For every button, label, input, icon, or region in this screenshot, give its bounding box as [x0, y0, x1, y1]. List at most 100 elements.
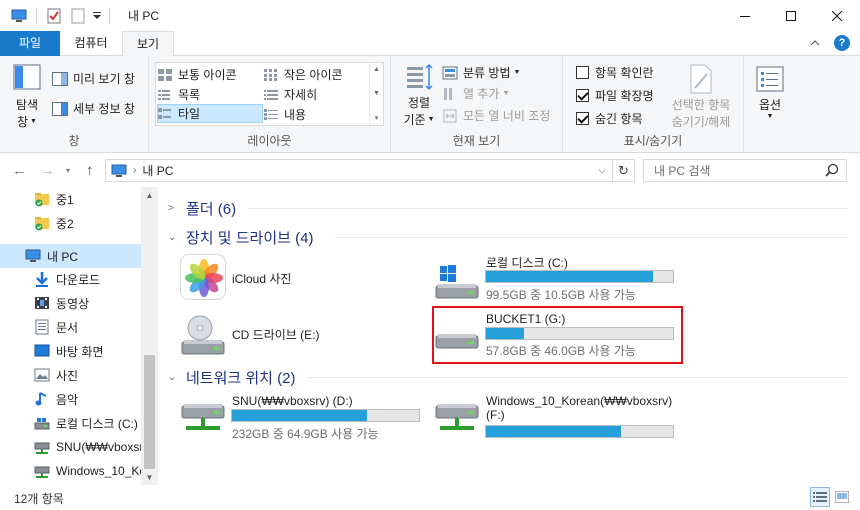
tile-icloud-photos[interactable]: iCloud 사진	[178, 254, 418, 304]
nav-item-label: 다운로드	[56, 272, 101, 287]
search-icon[interactable]	[825, 163, 839, 177]
group-by-button[interactable]: 분류 방법 ▼	[442, 64, 520, 81]
tile-cd-drive-e[interactable]: CD 드라이브 (E:)	[178, 312, 418, 362]
layout-list[interactable]: 목록	[158, 85, 262, 104]
tab-view[interactable]: 보기	[122, 31, 174, 57]
checkbox-checked[interactable]	[576, 89, 589, 102]
tab-file[interactable]: 파일	[0, 31, 60, 56]
details-pane-button[interactable]: 세부 정보 창	[52, 100, 135, 117]
minimize-button[interactable]	[722, 0, 768, 31]
add-columns-button[interactable]: 열 추가 ▼	[442, 85, 509, 102]
ribbon-group-pane: 탐색 창 ▼ 미리 보기 창 세부 정보 창 창	[0, 56, 149, 153]
nav-item-jung2[interactable]: 중2	[0, 211, 141, 235]
computer-icon[interactable]	[8, 5, 30, 27]
nav-item-label: 로컬 디스크 (C:)	[56, 416, 138, 431]
nav-item-desktop[interactable]: 바탕 화면	[0, 339, 141, 363]
scroll-down-icon[interactable]: ▼	[373, 90, 380, 97]
properties-icon[interactable]	[43, 5, 65, 27]
details-icon	[264, 89, 278, 100]
chevron-right-icon[interactable]: >	[168, 203, 178, 214]
window-title: 내 PC	[128, 9, 160, 23]
address-history-dropdown[interactable]: ⌵	[594, 160, 610, 181]
scrollbar-thumb[interactable]	[144, 355, 155, 469]
breadcrumb-chevron-icon[interactable]: ›	[133, 165, 136, 176]
up-arrow-icon[interactable]: ↑	[86, 162, 94, 179]
details-pane-label: 세부 정보 창	[73, 102, 135, 116]
toolbar-divider	[36, 7, 37, 24]
search-input[interactable]: 내 PC 검색	[643, 159, 847, 182]
group-header-folders[interactable]: > 폴더 (6)	[168, 198, 236, 219]
picture-icon	[34, 368, 50, 382]
sort-by-button[interactable]: 정렬 기준 ▼	[399, 62, 439, 128]
tile-local-disk-c[interactable]: 로컬 디스크 (C:) 99.5GB 중 10.5GB 사용 가능	[432, 252, 682, 302]
nav-item-pictures[interactable]: 사진	[0, 363, 141, 387]
layout-small-icons[interactable]: 작은 아이콘	[264, 65, 368, 84]
fit-columns-button[interactable]: 모든 열 너비 조정	[442, 107, 550, 124]
chevron-down-icon[interactable]: ⌄	[168, 372, 178, 383]
navigation-pane-button[interactable]: 탐색 창 ▼	[8, 64, 46, 130]
nav-item-documents[interactable]: 문서	[0, 315, 141, 339]
group-label-show-hide: 표시/숨기기	[623, 134, 683, 148]
gallery-expand-icon[interactable]: ▾	[375, 114, 379, 122]
layout-tiles[interactable]: 타일	[157, 104, 263, 123]
options-button[interactable]: 옵션 ▼	[750, 66, 790, 120]
file-extensions-toggle[interactable]: 파일 확장명	[576, 87, 654, 104]
item-checkboxes-label: 항목 확인란	[595, 66, 654, 80]
customize-dropdown-icon[interactable]	[91, 5, 103, 27]
nav-item-music[interactable]: 음악	[0, 387, 141, 411]
hidden-items-toggle[interactable]: 숨긴 항목	[576, 110, 643, 127]
checkbox-unchecked[interactable]	[576, 66, 589, 79]
fit-columns-icon	[443, 109, 457, 122]
back-arrow-icon[interactable]: ←	[12, 162, 27, 179]
nav-item-downloads[interactable]: 다운로드	[0, 267, 141, 291]
cd-drive-icon	[181, 315, 225, 355]
group-by-icon	[442, 66, 458, 79]
nav-pane-scrollbar[interactable]: ▲ ▼	[141, 187, 158, 485]
large-icons-view-icon[interactable]	[832, 487, 852, 507]
nav-item-snu-drive[interactable]: SNU(₩₩vboxsrv	[0, 435, 141, 459]
window-controls	[722, 0, 860, 31]
address-bar[interactable]: › 내 PC ⌵ ↻	[105, 159, 635, 182]
collapse-ribbon-icon[interactable]	[810, 37, 820, 49]
preview-pane-icon	[52, 71, 68, 86]
add-columns-label: 열 추가	[463, 87, 500, 101]
details-view-icon[interactable]	[810, 487, 830, 507]
disk-usage-bar	[231, 409, 420, 422]
maximize-button[interactable]	[768, 0, 814, 31]
group-header-devices[interactable]: ⌄ 장치 및 드라이브 (4)	[168, 227, 313, 248]
forward-arrow-icon[interactable]: →	[40, 162, 55, 179]
layout-gallery-scroll[interactable]: ▲ ▼ ▾	[369, 63, 383, 125]
refresh-icon[interactable]: ↻	[612, 160, 634, 181]
small-icons-icon	[264, 68, 277, 81]
nav-item-videos[interactable]: 동영상	[0, 291, 141, 315]
tab-computer[interactable]: 컴퓨터	[60, 31, 122, 56]
navigation-pane-icon	[13, 64, 41, 90]
scroll-up-icon[interactable]: ▲	[141, 187, 158, 203]
tile-windows10-drive-f[interactable]: Windows_10_Korean(₩₩vboxsrv) (F:)	[432, 392, 682, 442]
hide-selected-button[interactable]: 선택한 항목 숨기기/해제	[666, 64, 736, 130]
breadcrumb-current[interactable]: 내 PC	[142, 162, 173, 179]
scroll-down-icon[interactable]: ▼	[141, 469, 158, 485]
close-button[interactable]	[814, 0, 860, 31]
preview-pane-button[interactable]: 미리 보기 창	[52, 70, 135, 87]
nav-item-this-pc[interactable]: 내 PC	[0, 244, 141, 268]
help-icon[interactable]: ?	[834, 35, 850, 51]
nav-item-local-disk-c[interactable]: 로컬 디스크 (C:)	[0, 411, 141, 435]
layout-content[interactable]: 내용	[264, 105, 368, 124]
sort-label2: 기준	[403, 113, 426, 127]
scroll-up-icon[interactable]: ▲	[373, 66, 380, 73]
tile-snu-drive-d[interactable]: SNU(₩₩vboxsrv) (D:) 232GB 중 64.9GB 사용 가능	[178, 392, 428, 442]
checkbox-checked[interactable]	[576, 112, 589, 125]
layout-medium-icons[interactable]: 보통 아이콘	[158, 65, 262, 84]
nav-item-windows10-drive[interactable]: Windows_10_Ko	[0, 459, 141, 483]
item-checkboxes-toggle[interactable]: 항목 확인란	[576, 64, 654, 81]
folder-check-icon	[35, 193, 49, 207]
nav-item-label: 중1	[56, 192, 74, 207]
new-folder-icon[interactable]	[67, 5, 89, 27]
layout-details[interactable]: 자세히	[264, 85, 368, 104]
chevron-down-icon[interactable]: ⌄	[168, 232, 178, 243]
nav-item-jung1[interactable]: 중1	[0, 187, 141, 211]
group-header-network[interactable]: ⌄ 네트워크 위치 (2)	[168, 367, 295, 388]
recent-locations-icon[interactable]: ▾	[66, 166, 70, 175]
chevron-down-icon: ▼	[427, 116, 435, 123]
